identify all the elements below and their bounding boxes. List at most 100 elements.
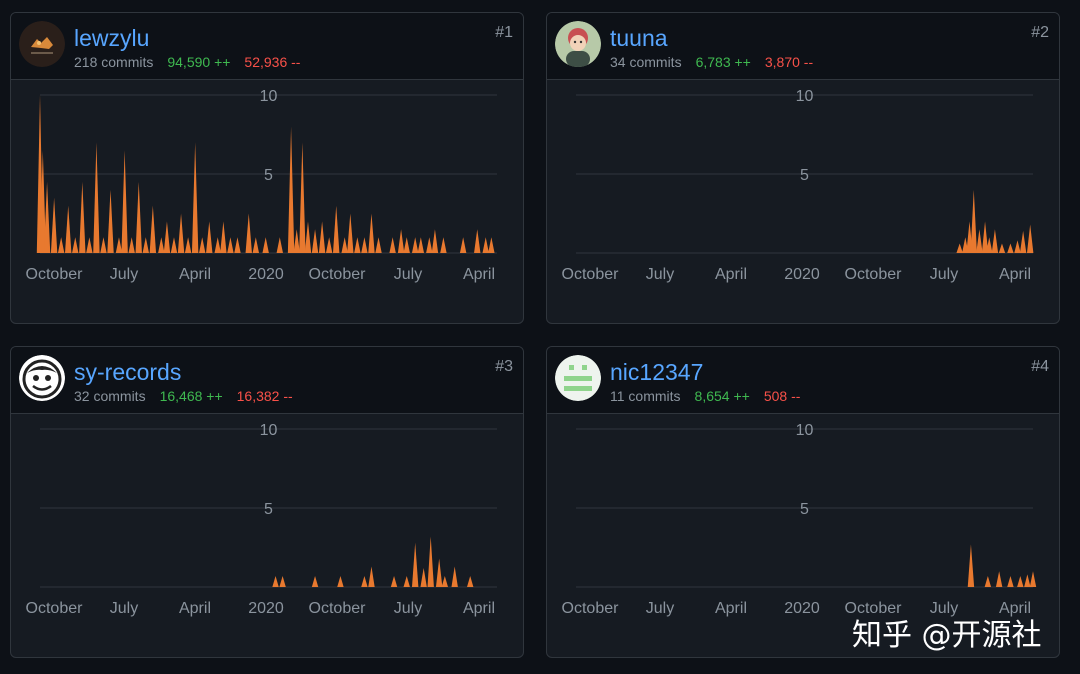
area-spike <box>403 575 410 587</box>
x-tick-label: April <box>999 266 1031 283</box>
area-spike <box>341 237 348 253</box>
additions-count: 8,654 ++ <box>694 388 750 404</box>
area-spike <box>311 575 319 587</box>
y-tick-label: 5 <box>264 167 273 184</box>
commit-count[interactable]: 218 commits <box>74 54 153 70</box>
area-spike <box>368 566 375 587</box>
deletions-count: 3,870 -- <box>764 54 814 70</box>
area-spike <box>389 237 396 253</box>
area-spike <box>276 237 283 253</box>
area-spike <box>107 189 114 253</box>
x-tick-label: 2020 <box>784 600 820 617</box>
x-tick-label: October <box>309 266 367 283</box>
username-link[interactable]: tuuna <box>610 25 668 52</box>
commit-activity-chart: 5 10 October July April 2020 October July April <box>562 88 1034 283</box>
area-spike <box>1014 240 1021 253</box>
rank-badge: #4 <box>1031 358 1049 375</box>
x-tick-label: 2020 <box>248 266 284 283</box>
x-tick-label: October <box>26 266 84 283</box>
area-spike <box>967 544 975 587</box>
area-spike <box>451 566 458 587</box>
dark-logo-avatar-icon[interactable] <box>19 21 65 67</box>
area-spike <box>354 237 361 253</box>
area-spike <box>234 237 241 253</box>
card-header: nic12347 11 commits 8,654 ++ 508 -- #4 <box>547 347 1059 414</box>
x-tick-label: October <box>309 600 367 617</box>
area-spike <box>311 229 319 253</box>
area-spike <box>333 205 340 253</box>
area-spike <box>79 181 86 253</box>
x-tick-label: April <box>463 600 495 617</box>
additions-count: 94,590 ++ <box>167 54 231 70</box>
area-spike <box>441 575 449 587</box>
additions-count: 6,783 ++ <box>695 54 751 70</box>
y-tick-label: 10 <box>796 88 814 105</box>
commit-activity-chart: 5 10 October July April 2020 October July April <box>26 88 497 283</box>
area-spike <box>467 575 474 587</box>
contributor-stats: 11 commits 8,654 ++ 508 -- <box>610 388 800 404</box>
area-spike <box>361 237 368 253</box>
area-spike <box>435 558 443 587</box>
area-spike <box>158 237 165 253</box>
area-spike <box>220 221 227 253</box>
area-spike <box>318 221 326 253</box>
green-identicon-avatar-icon[interactable] <box>555 355 601 401</box>
area-spike <box>86 237 93 253</box>
contributor-stats: 32 commits 16,468 ++ 16,382 -- <box>74 388 293 404</box>
x-tick-label: October <box>562 600 620 617</box>
card-header: sy-records 32 commits 16,468 ++ 16,382 -- … <box>11 347 523 414</box>
card-header: lewzylu 218 commits 94,590 ++ 52,936 -- #1 <box>11 13 523 80</box>
additions-count: 16,468 ++ <box>159 388 223 404</box>
area-spike <box>1017 575 1024 587</box>
y-tick-label: 5 <box>800 167 809 184</box>
area-spike <box>115 237 123 253</box>
area-spike <box>279 575 286 587</box>
baby-photo-avatar-icon[interactable] <box>555 21 601 67</box>
zhihu-watermark: 知乎 @开源社 <box>852 618 1042 653</box>
commit-count[interactable]: 34 commits <box>610 54 682 70</box>
area-spike <box>411 237 419 253</box>
commit-count[interactable]: 11 commits <box>610 388 681 404</box>
area-spike <box>142 237 149 253</box>
y-tick-label: 10 <box>796 422 814 439</box>
area-spike <box>347 213 354 253</box>
commit-count[interactable]: 32 commits <box>74 388 146 404</box>
area-spike <box>368 213 375 253</box>
y-tick-label: 5 <box>264 501 273 518</box>
username-link[interactable]: lewzylu <box>74 25 149 52</box>
x-tick-label: July <box>930 266 958 283</box>
area-spike <box>440 237 447 253</box>
area-spike <box>417 237 425 253</box>
area-spike <box>390 575 398 587</box>
area-spike <box>214 237 221 253</box>
area-spike <box>426 237 433 253</box>
anime-face-avatar-icon[interactable] <box>19 355 65 401</box>
area-spike <box>1007 575 1014 587</box>
x-tick-label: 2020 <box>248 600 284 617</box>
y-tick-label: 10 <box>260 88 278 105</box>
area-spike <box>1029 571 1037 587</box>
area-spike <box>149 205 157 253</box>
username-link[interactable]: nic12347 <box>610 359 703 386</box>
rank-badge: #3 <box>495 358 513 375</box>
x-tick-label: October <box>562 266 620 283</box>
area-spike <box>488 237 495 253</box>
area-spike <box>361 575 368 587</box>
area-spike <box>121 150 128 253</box>
x-tick-label: October <box>26 600 84 617</box>
x-tick-label: July <box>394 600 422 617</box>
area-spike <box>135 181 142 253</box>
area-spike <box>1019 230 1027 253</box>
area-spike <box>293 229 300 253</box>
area-spike <box>100 237 107 253</box>
area-spike <box>184 237 192 253</box>
x-tick-label: July <box>394 266 422 283</box>
x-tick-label: April <box>715 266 747 283</box>
x-tick-label: July <box>646 600 674 617</box>
username-link[interactable]: sy-records <box>74 359 181 386</box>
contributor-stats: 34 commits 6,783 ++ 3,870 -- <box>610 54 813 70</box>
card-header: tuuna 34 commits 6,783 ++ 3,870 -- #2 <box>547 13 1059 80</box>
contributor-stats: 218 commits 94,590 ++ 52,936 -- <box>74 54 300 70</box>
x-tick-label: April <box>179 266 211 283</box>
area-spike <box>191 142 199 253</box>
